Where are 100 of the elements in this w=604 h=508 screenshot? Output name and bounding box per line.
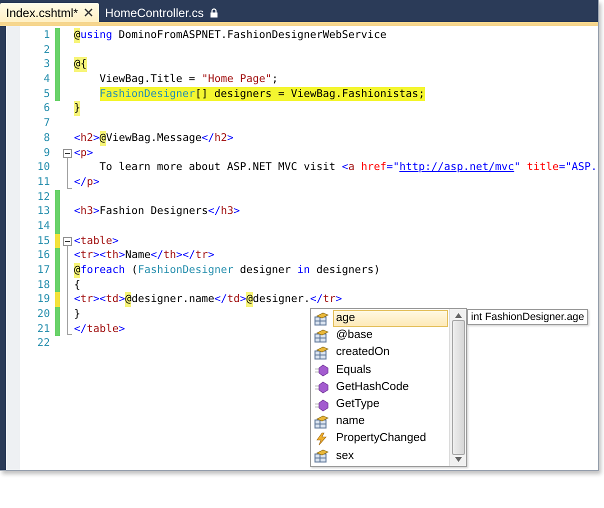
tag-bracket: > — [227, 130, 234, 146]
line-number: 4 — [42, 72, 51, 87]
property-icon — [314, 312, 329, 326]
line-number: 22 — [36, 336, 51, 352]
attribute-name: href — [360, 160, 387, 175]
code-text: ( — [130, 263, 138, 278]
tag-name: a — [348, 160, 355, 175]
scrollbar[interactable] — [449, 309, 466, 466]
tag-bracket: > — [86, 146, 94, 160]
tag-bracket: </ — [74, 322, 87, 336]
tag-bracket: > — [93, 204, 100, 219]
scroll-thumb[interactable] — [452, 320, 464, 455]
tag-bracket: > — [118, 322, 126, 336]
tag-name: tr — [195, 248, 208, 263]
code-text: designer. — [252, 292, 310, 308]
keyword-text: foreach — [80, 263, 126, 278]
razor-marker: @{ — [74, 57, 87, 72]
tooltip: int FashionDesigner.age — [467, 309, 588, 325]
tag-bracket: = — [558, 160, 566, 175]
line-number: 10 — [36, 160, 51, 175]
attribute-value: " — [514, 160, 521, 175]
completion-item[interactable]: createdOn — [333, 344, 448, 362]
tag-name: tr — [80, 292, 94, 308]
tag-bracket: </ — [150, 248, 164, 263]
tag-name: h2 — [214, 130, 228, 146]
line-number: 1 — [42, 28, 51, 43]
line-number: 5 — [42, 86, 51, 102]
tag-name: h3 — [80, 204, 94, 219]
tag-bracket: </ — [202, 130, 214, 146]
line-number: 13 — [36, 204, 51, 219]
line-number: 2 — [42, 42, 51, 58]
code-text: } — [74, 307, 80, 322]
tag-bracket: </ — [310, 292, 323, 308]
editor-tab[interactable]: Index.cshtml* — [0, 3, 100, 22]
tag-bracket: < — [74, 130, 80, 146]
tag-bracket: < — [74, 146, 80, 160]
tag-bracket: < — [74, 292, 80, 308]
tag-bracket: </ — [208, 204, 221, 219]
tag-bracket: > — [112, 234, 119, 248]
completion-item[interactable]: Equals — [333, 362, 448, 379]
completion-item[interactable]: sex — [333, 448, 448, 465]
tag-bracket: > — [93, 130, 100, 146]
down-arrow-icon[interactable] — [454, 457, 462, 462]
completion-item[interactable]: PropertyChanged — [333, 430, 448, 448]
string-literal: "Home Page" — [202, 72, 272, 87]
completion-item[interactable]: name — [333, 413, 448, 430]
property-icon — [314, 328, 329, 343]
line-number: 9 — [42, 146, 51, 160]
line-number: 16 — [36, 248, 51, 263]
keyword-text: in — [297, 263, 310, 278]
collapse-icon[interactable] — [63, 148, 72, 158]
tag-name: tr — [322, 292, 336, 308]
code-text: designer — [238, 263, 292, 278]
tag-bracket: > — [93, 174, 100, 190]
close-icon[interactable] — [84, 8, 94, 17]
lock-icon — [210, 8, 218, 18]
completion-item[interactable]: @base — [333, 327, 448, 344]
tag-name: th — [106, 248, 119, 263]
code-text: ViewBag.Message — [106, 130, 202, 146]
tag-name: table — [86, 322, 119, 336]
method-icon — [314, 363, 329, 378]
collapse-icon[interactable] — [63, 236, 72, 246]
code-text: DominoFromASPNET.FashionDesignerWebService — [118, 28, 387, 43]
attribute-value: " — [392, 160, 400, 175]
code-text: designers) — [315, 263, 380, 278]
tag-bracket: > — [336, 292, 342, 308]
line-number: 7 — [42, 116, 51, 131]
editor-tab[interactable]: HomeController.cs — [99, 3, 224, 22]
completion-item[interactable]: GetHashCode — [333, 378, 448, 396]
line-number: 3 — [42, 57, 51, 72]
razor-marker: @ — [100, 130, 106, 146]
line-number: 18 — [36, 278, 51, 292]
up-arrow-icon[interactable] — [454, 313, 462, 318]
line-number: 20 — [36, 307, 51, 322]
code-text: To learn more about ASP.NET MVC visit — [100, 160, 336, 175]
tag-name: p — [86, 174, 94, 190]
tag-bracket: > — [234, 204, 240, 219]
line-number: 15 — [36, 234, 51, 248]
tag-name: table — [80, 234, 112, 248]
property-icon — [314, 414, 329, 429]
tag-bracket: > — [118, 292, 126, 308]
tag-bracket: > — [118, 248, 126, 263]
code-link[interactable]: http://asp.net/mvc — [399, 160, 514, 175]
tag-name: h2 — [80, 130, 94, 146]
razor-marker: @ — [246, 292, 253, 308]
lightning-icon — [314, 432, 329, 446]
attribute-value: "ASP. — [565, 160, 598, 175]
tag-bracket: < — [74, 204, 80, 219]
code-text: designer.name — [131, 292, 214, 308]
completion-item[interactable]: age — [333, 310, 448, 328]
completion-item[interactable]: GetType — [333, 396, 448, 414]
tag-name: h3 — [220, 204, 234, 219]
line-number: 21 — [36, 322, 51, 336]
razor-marker: @ — [74, 28, 80, 43]
code-text: { — [74, 278, 80, 292]
method-icon — [314, 398, 329, 412]
tag-name: th — [163, 248, 176, 263]
line-number: 14 — [36, 218, 51, 234]
code-text: ViewBag.Title = — [100, 72, 196, 87]
tag-bracket: = — [386, 160, 393, 175]
